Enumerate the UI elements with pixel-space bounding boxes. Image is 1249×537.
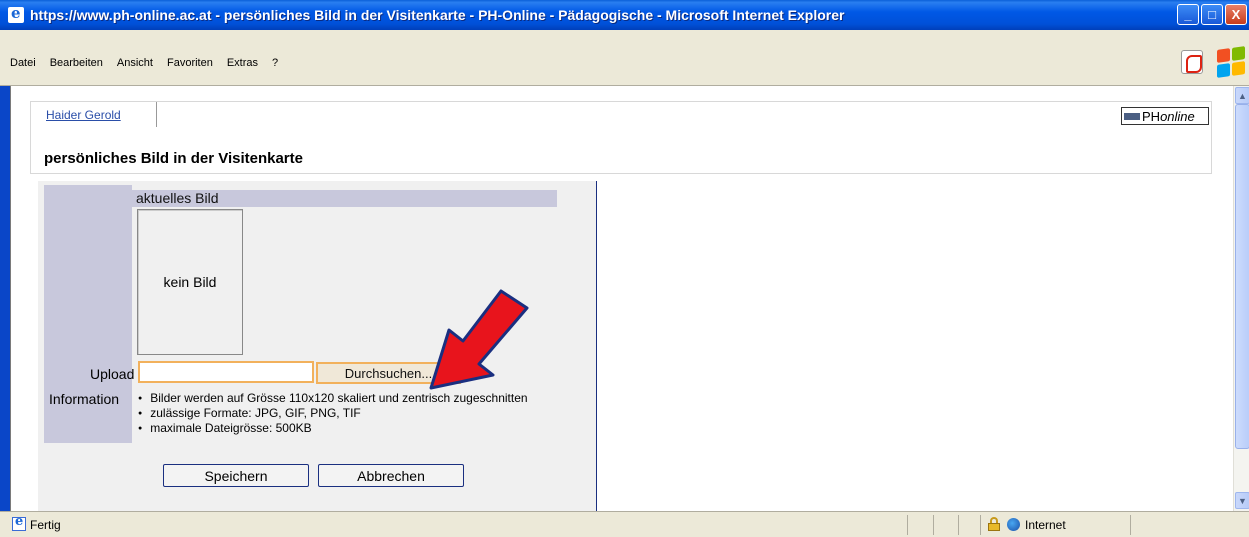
status-divider bbox=[1130, 515, 1131, 535]
status-divider bbox=[980, 515, 981, 535]
file-path-input[interactable] bbox=[138, 361, 314, 383]
status-text: Fertig bbox=[30, 518, 61, 532]
page-done-icon bbox=[12, 514, 26, 531]
menu-list: Datei Bearbeiten Ansicht Favoriten Extra… bbox=[10, 57, 278, 69]
menu-favoriten[interactable]: Favoriten bbox=[167, 57, 213, 69]
page-viewport: Haider Gerold PH online persönliches Bild… bbox=[10, 86, 1233, 511]
toolbar-right bbox=[1181, 46, 1245, 78]
user-name-link[interactable]: Haider Gerold bbox=[31, 102, 157, 127]
lock-icon[interactable] bbox=[987, 517, 1001, 531]
scroll-down-icon[interactable]: ▼ bbox=[1235, 492, 1249, 509]
maximize-button[interactable]: □ bbox=[1201, 4, 1223, 25]
logo-suffix: online bbox=[1160, 108, 1195, 124]
status-divider bbox=[958, 515, 959, 535]
information-list: Bilder werden auf Grösse 110x120 skalier… bbox=[138, 391, 528, 436]
pdf-icon[interactable] bbox=[1181, 50, 1203, 74]
information-label: Information bbox=[49, 391, 120, 407]
minimize-button[interactable]: _ bbox=[1177, 4, 1199, 25]
status-divider bbox=[907, 515, 908, 535]
menu-ansicht[interactable]: Ansicht bbox=[117, 57, 153, 69]
no-picture-text: kein Bild bbox=[163, 274, 217, 290]
page-title: persönliches Bild in der Visitenkarte bbox=[44, 150, 303, 167]
windows-logo-icon bbox=[1217, 46, 1245, 78]
status-divider bbox=[933, 515, 934, 535]
menu-bearbeiten[interactable]: Bearbeiten bbox=[50, 57, 103, 69]
ph-online-logo: PH online bbox=[1121, 107, 1209, 125]
window-controls: _ □ X bbox=[1177, 4, 1247, 25]
info-item: maximale Dateigrösse: 500KB bbox=[138, 421, 528, 436]
current-picture: kein Bild bbox=[137, 209, 243, 355]
scroll-thumb[interactable] bbox=[1235, 104, 1249, 449]
upload-label: Upload bbox=[90, 366, 135, 382]
page-header: Haider Gerold PH online persönliches Bild… bbox=[30, 101, 1212, 174]
browse-button[interactable]: Durchsuchen... bbox=[316, 362, 461, 384]
close-button[interactable]: X bbox=[1225, 4, 1247, 25]
globe-icon bbox=[1007, 518, 1020, 531]
window-frame-left bbox=[0, 86, 10, 511]
ie-icon bbox=[8, 4, 24, 23]
window-title: https://www.ph-online.ac.at - persönlich… bbox=[30, 7, 845, 23]
save-button[interactable]: Speichern bbox=[163, 464, 309, 487]
menu-help[interactable]: ? bbox=[272, 57, 278, 69]
upload-form: aktuelles Bild kein Bild Upload Durchsuc… bbox=[38, 181, 597, 511]
logo-prefix: PH bbox=[1142, 108, 1161, 124]
status-bar: Fertig Internet bbox=[0, 511, 1249, 537]
menu-bar: Datei Bearbeiten Ansicht Favoriten Extra… bbox=[0, 30, 1249, 86]
vertical-scrollbar[interactable]: ▲ ▼ bbox=[1233, 86, 1249, 511]
info-item: Bilder werden auf Grösse 110x120 skalier… bbox=[138, 391, 527, 406]
menu-datei[interactable]: Datei bbox=[10, 57, 36, 69]
logo-mark bbox=[1124, 112, 1140, 120]
scroll-up-icon[interactable]: ▲ bbox=[1235, 87, 1249, 104]
cancel-button[interactable]: Abbrechen bbox=[318, 464, 464, 487]
menu-extras[interactable]: Extras bbox=[227, 57, 258, 69]
current-picture-header: aktuelles Bild bbox=[132, 190, 557, 207]
security-zone: Internet bbox=[1025, 518, 1066, 532]
info-item: zulässige Formate: JPG, GIF, PNG, TIF bbox=[138, 406, 528, 421]
title-bar: https://www.ph-online.ac.at - persönlich… bbox=[0, 0, 1249, 30]
